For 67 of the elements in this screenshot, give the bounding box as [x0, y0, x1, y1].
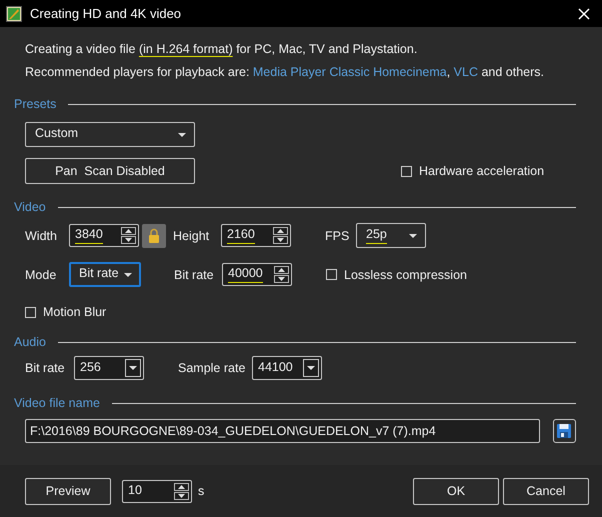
up-arrow-icon [125, 229, 132, 233]
link[interactable]: Media Player Classic Homecinema [252, 65, 447, 79]
dropdown-arrow-icon [307, 366, 315, 370]
dropdown[interactable]: Custom [25, 122, 195, 147]
combo-box[interactable]: 256 [74, 356, 144, 380]
down-arrow-icon [277, 238, 284, 242]
spin-up-button[interactable] [121, 227, 136, 235]
ok-button[interactable]: OK [413, 478, 499, 504]
close-icon [578, 8, 590, 20]
close-button[interactable] [578, 8, 590, 20]
checkbox[interactable] [326, 269, 337, 280]
link[interactable]: VLC [454, 65, 478, 79]
section-title: Presets [14, 97, 56, 111]
dropdown[interactable]: Bit rate [69, 262, 141, 287]
spin-down-button[interactable] [273, 236, 288, 244]
info-text: Creating a video file (in H.264 format) for PC, Mac, TV and Playstation. [25, 41, 418, 58]
preview-button[interactable]: Preview [25, 478, 111, 504]
lock-icon [148, 228, 160, 244]
dropdown-arrow-icon [124, 272, 132, 276]
spin-up-button[interactable] [274, 266, 289, 274]
field-label: Width [25, 228, 58, 242]
file-name-field[interactable]: F:\2016\89 BOURGOGNE\89-034_GUEDELON\GUEDELON_v7 (7).mp4 [25, 419, 540, 443]
checkbox-label: Lossless compression [344, 268, 467, 282]
field-label: FPS [325, 228, 350, 242]
spin-up-button[interactable] [273, 227, 288, 235]
dropdown-arrow-icon [129, 366, 137, 370]
app-icon [6, 6, 22, 22]
up-arrow-icon [277, 229, 284, 233]
up-arrow-icon [178, 484, 185, 488]
section-title: Audio [14, 335, 46, 349]
save-button[interactable] [552, 419, 576, 443]
checkbox-label: Hardware acceleration [419, 164, 544, 178]
spin-down-button[interactable] [174, 492, 189, 500]
spin-box[interactable]: 3840 [69, 224, 139, 247]
field-label: Height [173, 228, 210, 242]
cancel-button[interactable]: Cancel [503, 478, 589, 504]
up-arrow-icon [278, 268, 285, 272]
spin-box[interactable]: 40000 [222, 263, 292, 286]
down-arrow-icon [178, 494, 185, 498]
checkbox-label: Motion Blur [43, 305, 106, 319]
dropdown-arrow-icon [178, 132, 186, 136]
dropdown-arrow-icon [409, 234, 417, 238]
spin-up-button[interactable] [174, 482, 189, 490]
dropdown-button[interactable] [303, 359, 319, 377]
dropdown-button[interactable] [125, 359, 141, 377]
save-icon [556, 423, 572, 439]
window-title: Creating HD and 4K video [30, 6, 182, 21]
spin-box[interactable]: 10 [122, 480, 192, 502]
info-text: Recommended players for playback are: Media Player Classic Homecinema, VLC and others. [25, 64, 546, 81]
field-label: Bit rate [25, 361, 66, 375]
combo-box[interactable]: 44100 [252, 356, 322, 380]
checkbox[interactable] [401, 166, 412, 176]
pan-scan-button[interactable]: Pan Scan Disabled [25, 158, 195, 184]
spin-down-button[interactable] [274, 275, 289, 283]
section-title: Video [14, 200, 46, 214]
spin-box[interactable]: 2160 [221, 224, 291, 247]
dropdown[interactable]: 25p [356, 223, 426, 248]
unit-label: s [198, 484, 204, 498]
field-label: Mode [25, 268, 58, 282]
field-label: Bit rate [174, 268, 215, 282]
spin-down-button[interactable] [121, 236, 136, 244]
lock-button[interactable] [142, 224, 166, 248]
down-arrow-icon [278, 277, 285, 281]
section-title: Video file name [14, 396, 100, 410]
down-arrow-icon [125, 238, 132, 242]
checkbox[interactable] [25, 306, 36, 318]
field-label: Sample rate [178, 361, 246, 375]
